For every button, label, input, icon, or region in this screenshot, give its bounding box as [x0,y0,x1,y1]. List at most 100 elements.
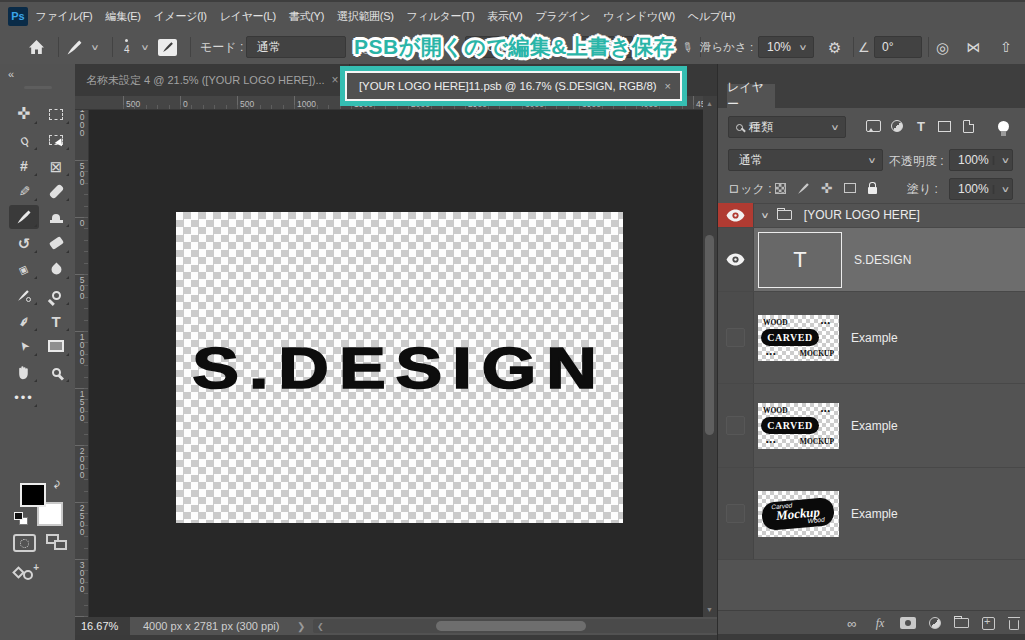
brush-preset-icon[interactable] [66,30,83,64]
status-chevron[interactable]: ❯ [297,617,305,635]
eyedropper-tool[interactable]: ✎ [9,179,39,203]
layer-row-3[interactable]: WOOD•••CARVEDMOCKUP•••Example [718,384,1025,468]
fill-select[interactable]: 100% ∨ [949,178,1013,200]
menu-item-4[interactable]: 書式(Y) [282,2,330,30]
group-expand-chevron[interactable]: ∨ [760,211,769,220]
menu-item-0[interactable]: ファイル(F) [29,2,99,30]
layer-thumbnail[interactable]: WOOD•••CARVEDMOCKUP••• [758,403,839,449]
delete-layer-icon[interactable] [1002,611,1025,635]
text-layer-thumbnail[interactable]: T [758,232,842,288]
layer-visibility-empty[interactable] [718,384,754,467]
crop-tool[interactable]: # [9,154,39,178]
horizontal-scrollbar-thumb[interactable] [436,621,586,631]
rectangle-tool[interactable] [41,334,71,358]
adjustment-layer-filter-icon[interactable] [886,108,908,144]
lock-pixels-icon[interactable] [793,178,814,198]
menu-item-7[interactable]: 表示(V) [481,2,529,30]
new-adjustment-layer-icon[interactable] [923,611,947,635]
shape-layer-filter-icon[interactable] [933,108,955,144]
brush-size-chevron[interactable]: ∨ [142,30,148,64]
vertical-scrollbar-thumb[interactable] [705,235,714,435]
document-tab-active-highlight[interactable]: [YOUR LOGO HERE]11.psb @ 16.7% (S.DESIGN… [340,66,687,106]
brush-size-control[interactable]: 4 [124,30,130,64]
layer-filter-select[interactable]: 種類 ∨ [728,116,846,138]
butterfly-symmetry-icon[interactable]: ⋈ [966,30,980,64]
edit-in-icon[interactable]: + [13,562,39,584]
type-layer-filter-icon[interactable]: T [910,108,932,144]
move-tool[interactable]: ✜ [9,102,39,126]
document-tab-inactive[interactable]: 名称未設定 4 @ 21.5% ([YOUR LOGO HERE])... × [75,64,350,96]
pixel-layer-filter-icon[interactable] [862,108,884,144]
swap-colors-icon[interactable]: ↷ [49,479,63,489]
menu-item-5[interactable]: 選択範囲(S) [331,2,401,30]
add-layer-mask-icon[interactable] [896,611,920,635]
layer-visibility-eye[interactable] [718,203,754,227]
new-layer-icon[interactable] [976,611,1000,635]
edit-toolbar-tool[interactable]: ••• [9,385,39,409]
vertical-scrollbar[interactable]: ▲ ▼ [703,96,717,617]
clone-stamp-tool[interactable] [41,205,71,229]
slice-tool[interactable]: ⊠ [41,154,71,178]
layer-thumbnail[interactable]: CarvedMockupWood [758,491,839,537]
layers-panel-tab[interactable]: レイヤー [727,84,775,108]
eraser-tool[interactable] [41,231,71,255]
object-selection-tool[interactable] [41,128,71,152]
zoom-level-field[interactable]: 16.67% [75,617,130,635]
brush-panel-toggle[interactable] [158,30,177,64]
lock-position-icon[interactable]: ✜ [816,178,837,198]
layer-visibility-empty[interactable] [718,292,754,383]
symmetry-icon[interactable]: ◎ [936,30,949,64]
layer-row-2[interactable]: WOOD•••CARVEDMOCKUP•••Example [718,292,1025,384]
filter-toggle-icon[interactable] [992,108,1014,144]
home-icon[interactable] [28,30,45,64]
mode-select[interactable]: 通常 [246,30,346,64]
new-group-icon[interactable] [949,611,973,635]
paint-bucket-tool[interactable]: ◈ [9,257,39,281]
layer-visibility-empty[interactable] [718,468,754,559]
smoothing-select[interactable]: 10% ∨ [758,30,806,64]
quick-mask-toggle[interactable] [13,534,36,552]
lock-artboard-icon[interactable] [839,178,860,198]
menu-item-9[interactable]: ウィンドウ(W) [597,2,682,30]
lock-all-icon[interactable] [862,178,883,198]
default-colors-icon[interactable] [14,512,23,520]
smoothing-gear-icon[interactable]: ⚙ [828,30,841,64]
layer-thumbnail[interactable]: WOOD•••CARVEDMOCKUP••• [758,315,839,361]
path-selection-tool[interactable]: ➤ [9,334,39,358]
rectangular-marquee-tool[interactable] [41,102,71,126]
foreground-color-swatch[interactable] [20,483,46,507]
menu-item-1[interactable]: 編集(E) [99,2,147,30]
blend-mode-select[interactable]: 通常 ∨ [728,149,883,171]
layer-row-1[interactable]: TS.DESIGN [718,228,1025,292]
angle-field[interactable]: 0° [874,30,922,64]
horizontal-type-tool[interactable]: T [41,309,71,333]
blur-tool[interactable] [41,257,71,281]
collapse-panel-chevrons[interactable]: « [8,68,14,80]
brush-preset-chevron[interactable]: ∨ [92,30,98,64]
screen-mode-toggle[interactable] [46,534,69,552]
menu-item-2[interactable]: イメージ(I) [147,2,213,30]
photoshop-app-icon[interactable]: Ps [8,7,28,26]
zoom-tool[interactable] [41,360,71,384]
pen-tool[interactable]: ✒ [9,309,39,333]
lock-transparent-icon[interactable] [770,178,791,198]
brush-tool[interactable] [9,205,39,229]
layer-visibility-eye[interactable] [718,228,754,291]
history-brush-tool[interactable]: ↺ [9,231,39,255]
toolbar-drag-handle[interactable] [24,86,52,89]
airbrush-icon[interactable]: ✎ [682,30,693,64]
link-layers-icon[interactable]: ∞ [840,611,864,635]
menu-item-6[interactable]: フィルター(T) [400,2,481,30]
menu-item-10[interactable]: ヘルプ(H) [681,2,741,30]
hand-tool[interactable] [9,360,39,384]
smart-object-filter-icon[interactable] [957,108,979,144]
tab-close-icon[interactable]: × [664,80,670,92]
lasso-tool[interactable]: ϙ [9,128,39,152]
menu-item-8[interactable]: プラグイン [529,2,597,30]
layer-row-group[interactable]: ∨[YOUR LOGO HERE] [718,203,1025,228]
share-icon[interactable]: ⇧ [1000,30,1012,64]
horizontal-scrollbar[interactable]: ❮ ❯ [313,619,783,633]
tab-close-icon[interactable]: × [332,73,339,87]
mixer-brush-tool[interactable] [9,283,39,307]
layer-row-4[interactable]: CarvedMockupWoodExample [718,468,1025,560]
